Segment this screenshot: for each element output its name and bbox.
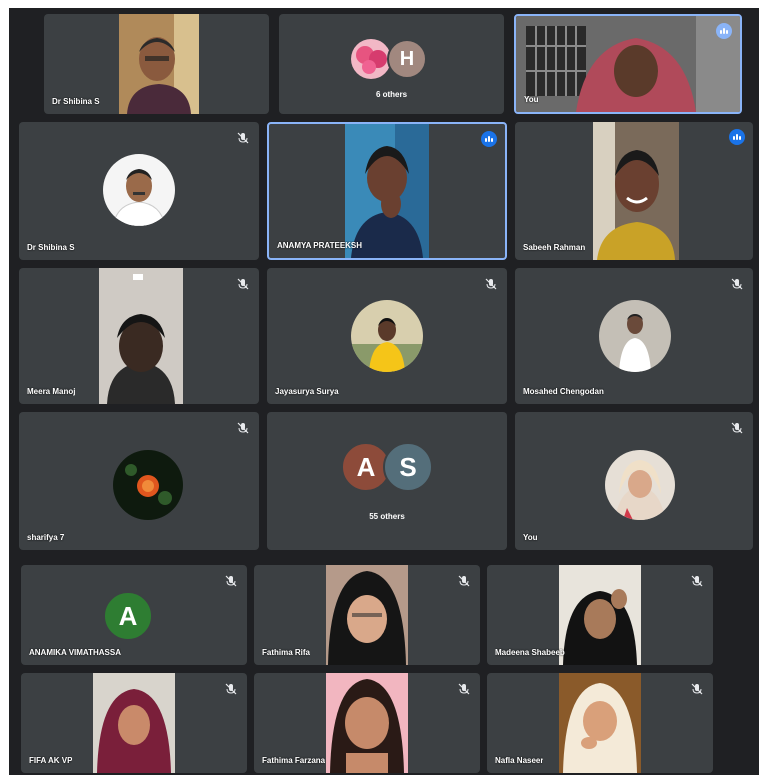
participant-name: Nafla Naseer: [495, 756, 544, 765]
mic-off-icon: [225, 682, 237, 695]
mic-off-icon: [458, 682, 470, 695]
participant-tile[interactable]: Dr Shibina S: [44, 14, 269, 114]
speaking-icon: [729, 129, 745, 145]
participant-name: You: [524, 95, 539, 104]
mic-off-icon: [691, 574, 703, 587]
participant-avatar: [605, 450, 675, 520]
participant-avatar: [351, 300, 423, 372]
participant-name: Meera Manoj: [27, 387, 76, 396]
mic-off-icon: [485, 277, 497, 290]
participant-tile[interactable]: FIFA AK VP: [21, 673, 247, 773]
speaking-icon: [716, 23, 732, 39]
participant-name: FIFA AK VP: [29, 756, 73, 765]
participant-tile[interactable]: Sabeeh Rahman: [515, 122, 753, 260]
participant-tile[interactable]: Fathima Rifa: [254, 565, 480, 665]
participant-tile-others[interactable]: A S 55 others: [267, 412, 507, 550]
participant-tile[interactable]: Jayasurya Surya: [267, 268, 507, 404]
participant-tile[interactable]: Dr Shibina S: [19, 122, 259, 260]
mic-off-icon: [731, 277, 743, 290]
participant-avatar: [113, 450, 183, 520]
participant-tile[interactable]: Nafla Naseer: [487, 673, 713, 773]
participant-name: Dr Shibina S: [52, 97, 100, 106]
participant-avatar-letter: S: [383, 442, 433, 492]
participant-name: Fathima Rifa: [262, 648, 311, 657]
speaking-icon: [481, 131, 497, 147]
participant-video: [119, 14, 199, 114]
participant-avatar: [351, 39, 391, 79]
participant-video: [326, 673, 408, 773]
participant-tile-self[interactable]: You: [515, 412, 753, 550]
participant-tile-pinned[interactable]: ANAMYA PRATEEKSH: [267, 122, 507, 260]
participant-tile-self[interactable]: You: [514, 14, 742, 114]
participant-name: Dr Shibina S: [27, 243, 75, 252]
participant-name: ANAMIKA VIMATHASSA: [29, 648, 121, 657]
participant-name: sharifya 7: [27, 533, 65, 542]
participant-video: [326, 565, 408, 665]
participant-avatar-letter: A: [103, 591, 153, 641]
participant-name: Jayasurya Surya: [275, 387, 339, 396]
participant-name: ANAMYA PRATEEKSH: [277, 241, 363, 250]
participant-tile[interactable]: A ANAMIKA VIMATHASSA: [21, 565, 247, 665]
others-count: 6 others: [375, 90, 408, 99]
mic-off-icon: [237, 131, 249, 144]
participant-video: [559, 673, 641, 773]
participant-tile[interactable]: sharifya 7: [19, 412, 259, 550]
participant-video: [593, 122, 679, 260]
participant-video: [516, 16, 740, 112]
participant-name: Mosahed Chengodan: [523, 387, 604, 396]
participant-tile[interactable]: Fathima Farzana: [254, 673, 480, 773]
participant-tile-others[interactable]: H 6 others: [279, 14, 504, 114]
participant-name: Fathima Farzana: [262, 756, 326, 765]
participant-name: Madeena Shabeeb: [495, 648, 565, 657]
video-call-grid: Dr Shibina S H 6 others You Dr Shibina S…: [9, 8, 759, 775]
participant-tile[interactable]: Mosahed Chengodan: [515, 268, 753, 404]
participant-tile[interactable]: Meera Manoj: [19, 268, 259, 404]
participant-avatar: [103, 154, 175, 226]
mic-off-icon: [237, 421, 249, 434]
participant-name: You: [523, 533, 538, 542]
participant-avatar-letter: H: [387, 39, 427, 79]
participant-video: [99, 268, 183, 404]
participant-video: [559, 565, 641, 665]
others-count: 55 others: [369, 512, 405, 521]
participant-video: [345, 124, 429, 258]
participant-name: Sabeeh Rahman: [523, 243, 586, 252]
participant-video: [93, 673, 175, 773]
mic-off-icon: [225, 574, 237, 587]
mic-off-icon: [691, 682, 703, 695]
participant-avatar: [599, 300, 671, 372]
mic-off-icon: [731, 421, 743, 434]
participant-tile[interactable]: Madeena Shabeeb: [487, 565, 713, 665]
mic-off-icon: [237, 277, 249, 290]
mic-off-icon: [458, 574, 470, 587]
